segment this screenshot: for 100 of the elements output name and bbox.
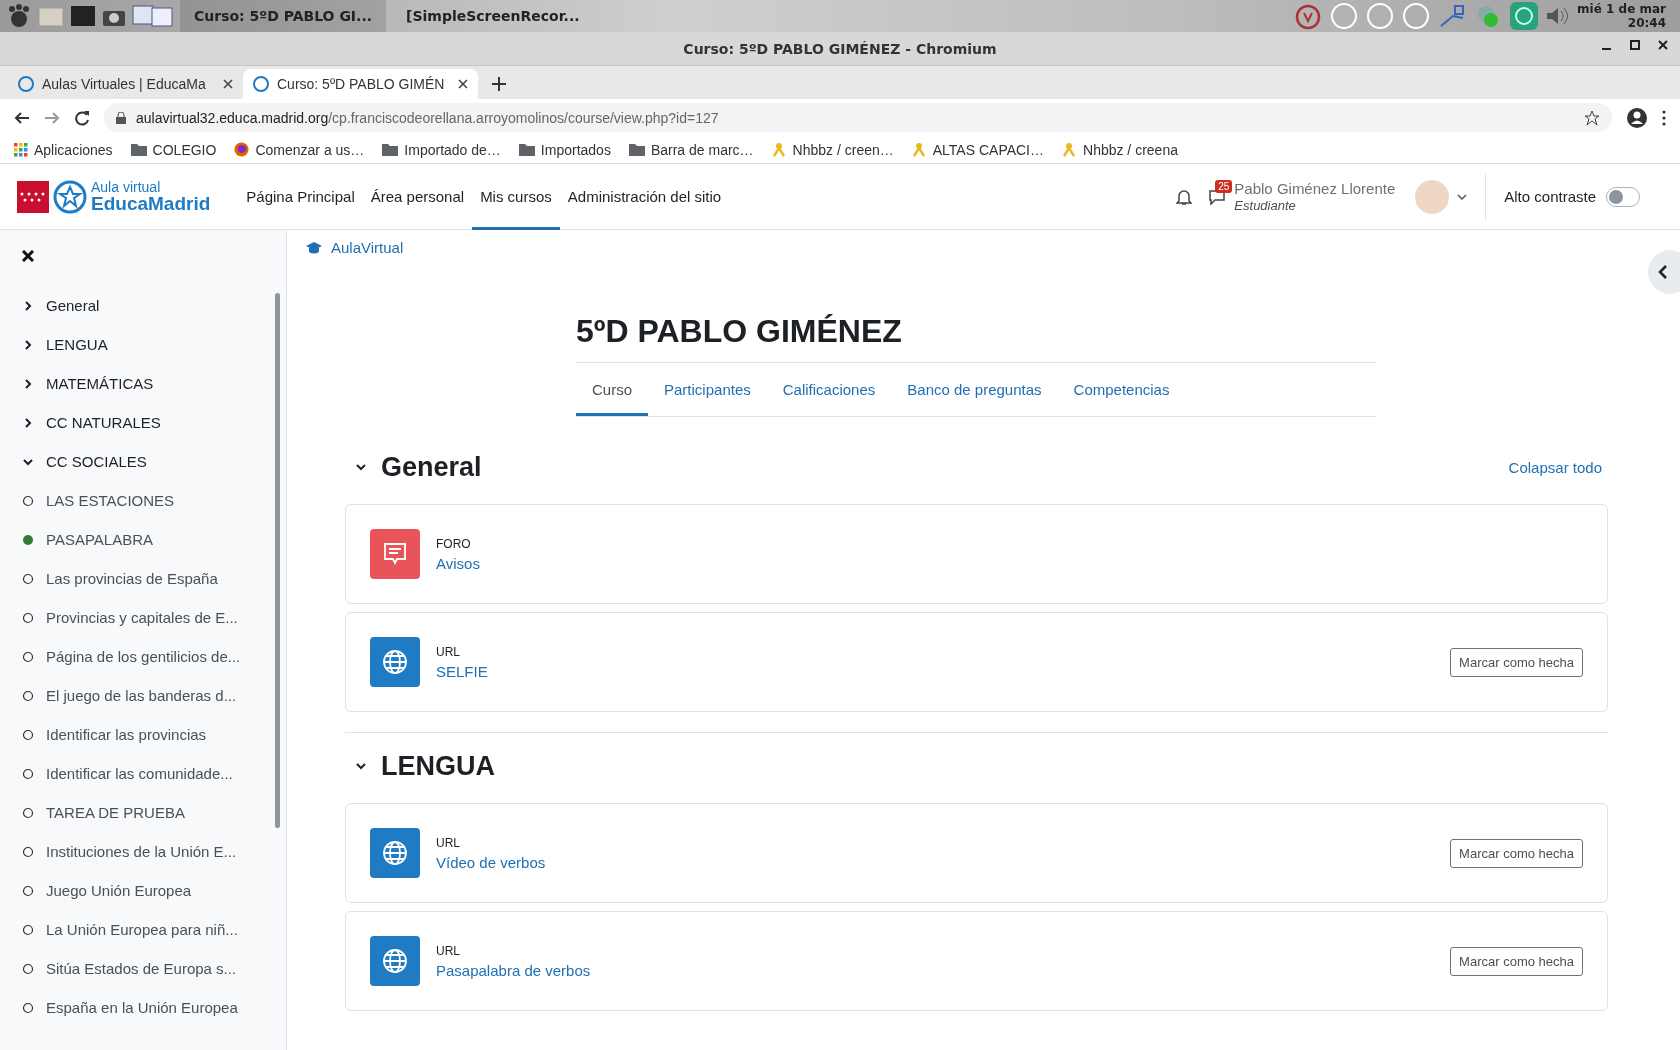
- activity-link[interactable]: LAS ESTACIONES: [46, 492, 175, 509]
- globe-icon: [370, 828, 420, 878]
- chevron-right-icon: [22, 416, 34, 429]
- activity-link[interactable]: SELFIE: [436, 662, 1435, 680]
- back-icon[interactable]: [14, 109, 30, 126]
- bookmark[interactable]: Comenzar a us…: [255, 141, 365, 158]
- close-icon[interactable]: [22, 250, 34, 262]
- lock-icon: [116, 111, 126, 124]
- activity-link[interactable]: Identificar las provincias: [46, 726, 207, 743]
- activity-link[interactable]: Las provincias de España: [46, 570, 218, 587]
- section-link[interactable]: CC NATURALES: [46, 414, 161, 431]
- logo-text: EducaMadrid: [91, 194, 211, 213]
- activity-type: FORO: [436, 536, 472, 551]
- activity-type: URL: [436, 835, 461, 850]
- activity-link[interactable]: España en la Unión Europea: [46, 999, 238, 1016]
- bookmark[interactable]: Nhbbz / creen…: [792, 141, 894, 158]
- course-tab[interactable]: Banco de preguntas: [891, 363, 1058, 416]
- mark-done-button[interactable]: Marcar como hecha: [1450, 647, 1583, 677]
- nav-link[interactable]: Administración del sitio: [559, 163, 730, 230]
- nav-link[interactable]: Página Principal: [238, 163, 363, 230]
- section-link[interactable]: LENGUA: [46, 336, 108, 353]
- figure-icon: [771, 142, 787, 157]
- globe-icon: [370, 936, 420, 986]
- chevron-right-icon: [22, 299, 34, 312]
- activity-link[interactable]: Juego Unión Europea: [46, 882, 192, 899]
- section-link[interactable]: CC SOCIALES: [46, 453, 147, 470]
- logo-caption: Aula virtual: [91, 180, 162, 194]
- nav-link[interactable]: Área personal: [362, 163, 473, 230]
- message-count: 25: [1215, 179, 1233, 193]
- chevron-left-icon: [1658, 265, 1668, 279]
- forward-icon[interactable]: [44, 109, 60, 126]
- mark-done-button[interactable]: Marcar como hecha: [1450, 838, 1583, 868]
- activity-link[interactable]: TAREA DE PRUEBA: [46, 804, 185, 821]
- star-icon[interactable]: [1584, 109, 1600, 126]
- activity-link[interactable]: La Unión Europea para niñ...: [46, 921, 238, 938]
- bookmark[interactable]: Nhbbz / creena: [1083, 141, 1178, 158]
- contrast-switch[interactable]: [1606, 186, 1640, 207]
- maximize-icon[interactable]: [1630, 40, 1640, 50]
- bell-icon[interactable]: [1176, 187, 1193, 206]
- account-icon[interactable]: [1626, 106, 1648, 129]
- course-tab[interactable]: Calificaciones: [766, 363, 892, 416]
- paw-icon[interactable]: [6, 3, 32, 29]
- activity-link[interactable]: Instituciones de la Unión E...: [46, 843, 237, 860]
- activity-link[interactable]: PASAPALABRA: [46, 531, 153, 548]
- course-title: 5ºD PABLO GIMÉNEZ: [576, 313, 903, 350]
- chevron-down-icon: [355, 461, 367, 473]
- nav-link[interactable]: Mis cursos: [472, 163, 560, 230]
- globe-icon: [370, 637, 420, 687]
- contrast-label: Alto contraste: [1504, 188, 1596, 205]
- app-icon[interactable]: [1509, 1, 1540, 31]
- activity-link[interactable]: Pasapalabra de verbos: [436, 961, 1435, 979]
- activity-link[interactable]: Vídeo de verbos: [436, 853, 1435, 871]
- drawer-toggle-button[interactable]: [1648, 250, 1680, 294]
- user-name: Pablo Giménez Llorente: [1234, 179, 1396, 197]
- course-tab[interactable]: Participantes: [648, 363, 767, 416]
- window-title: Curso: 5ºD PABLO GIMÉNEZ - Chromium: [683, 40, 997, 57]
- close-icon[interactable]: [223, 79, 233, 89]
- activity-link[interactable]: Sitúa Estados de Europa s...: [46, 960, 237, 977]
- browser-tab[interactable]: Aulas Virtuales | EducaMa: [8, 69, 243, 99]
- bookmark[interactable]: ALTAS CAPACI…: [932, 141, 1044, 158]
- bookmark[interactable]: Barra de marc…: [650, 141, 754, 158]
- mark-done-button[interactable]: Marcar como hecha: [1450, 946, 1583, 976]
- address-field[interactable]: aulavirtual32.educa.madrid.org/cp.franciscodeorellana.arroyomolinos/course/view.php?id=127: [104, 103, 1612, 132]
- flag-logo-icon: [17, 180, 49, 213]
- chevron-down-icon: [355, 760, 367, 772]
- collapse-all-link[interactable]: Colapsar todo: [1508, 458, 1602, 476]
- taskbar-window[interactable]: [SimpleScreenRecor...: [392, 0, 594, 32]
- user-role: Estudiante: [1234, 196, 1297, 214]
- activity-link[interactable]: Identificar las comunidade...: [46, 765, 233, 782]
- course-tab[interactable]: Curso: [576, 363, 648, 416]
- bookmark[interactable]: COLEGIO: [152, 141, 217, 158]
- figure-icon: [1062, 142, 1077, 157]
- section-link[interactable]: MATEMÁTICAS: [46, 375, 154, 392]
- clock[interactable]: mié 1 de mar 20:44: [1577, 2, 1666, 30]
- bookmark[interactable]: Importados: [540, 141, 611, 158]
- activity-link[interactable]: Provincias y capitales de E...: [46, 609, 238, 626]
- activity-link[interactable]: El juego de las banderas d...: [46, 687, 237, 704]
- menu-icon[interactable]: [1662, 109, 1666, 126]
- reload-icon[interactable]: [74, 109, 90, 126]
- taskbar-window[interactable]: Curso: 5ºD PABLO GI...: [180, 0, 387, 32]
- activity-link[interactable]: Avisos: [436, 554, 1583, 572]
- bookmark[interactable]: Importado de…: [404, 141, 501, 158]
- chevron-right-icon: [22, 377, 34, 390]
- new-tab-icon[interactable]: [492, 77, 506, 91]
- activity-type: URL: [436, 644, 461, 659]
- chevron-right-icon: [22, 338, 34, 351]
- browser-tab[interactable]: Curso: 5ºD PABLO GIMÉN: [243, 69, 478, 99]
- activity-link[interactable]: Página de los gentilicios de...: [46, 648, 241, 665]
- caret-icon[interactable]: [1457, 192, 1468, 201]
- section-link[interactable]: General: [46, 297, 100, 314]
- terminal-icon[interactable]: [70, 5, 96, 27]
- close-icon[interactable]: [458, 79, 468, 89]
- breadcrumb-link[interactable]: AulaVirtual: [305, 239, 1608, 256]
- figure-icon: [911, 142, 927, 157]
- close-icon[interactable]: [1658, 40, 1668, 50]
- bookmark[interactable]: Aplicaciones: [34, 141, 113, 158]
- section-title: General: [381, 451, 483, 483]
- windows-icon[interactable]: [132, 5, 174, 27]
- course-tab[interactable]: Competencias: [1057, 363, 1186, 416]
- apps-grid-icon: [14, 142, 28, 157]
